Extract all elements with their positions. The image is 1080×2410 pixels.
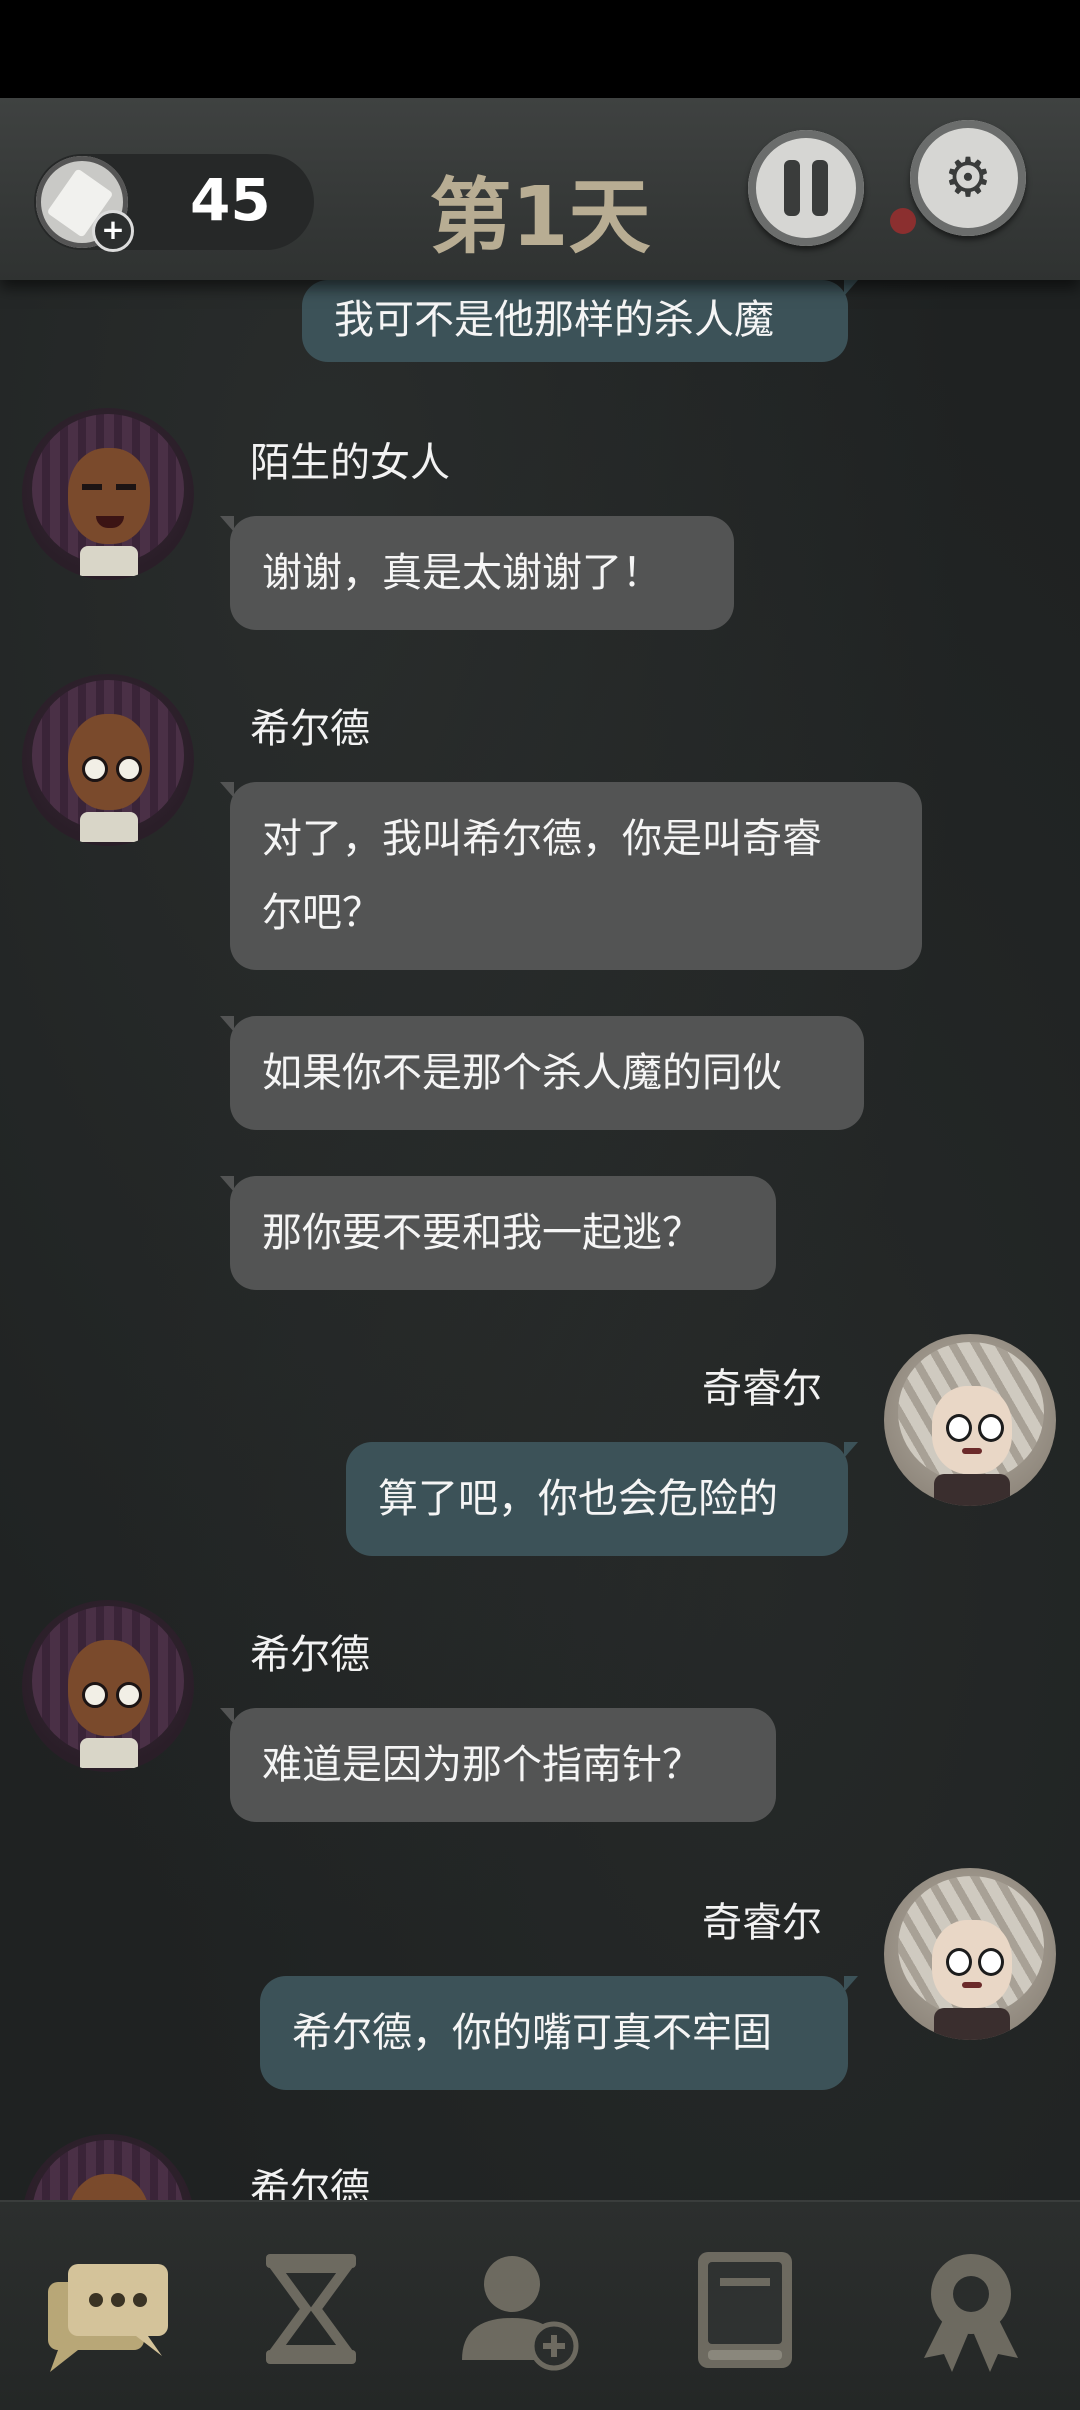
message-bubble: 算了吧，你也会危险的: [346, 1442, 858, 1556]
top-bar: + 45 第1天 ⚙: [0, 98, 1080, 280]
badge-icon: [924, 2254, 1018, 2372]
message-line: 对了，我叫希尔德，你是叫奇睿: [262, 816, 822, 862]
sender-name: 希尔德: [250, 706, 370, 752]
message-bubble: 如果你不是那个杀人魔的同伙: [220, 1016, 864, 1130]
chat-icon: [48, 2264, 168, 2372]
avatar-qiruier[interactable]: [884, 1868, 1056, 2040]
avatar-hilde[interactable]: [22, 1600, 194, 1772]
book-icon: [698, 2252, 792, 2368]
sender-name: 奇睿尔: [702, 1366, 822, 1412]
nav-badge[interactable]: [896, 2234, 1046, 2384]
pause-button[interactable]: [748, 130, 864, 246]
gear-icon: ⚙: [943, 146, 993, 209]
avatar-qiruier[interactable]: [884, 1334, 1056, 1506]
chat-area[interactable]: 我可不是他那样的杀人魔 陌生的女人 谢谢，真是太谢谢了！ 希尔德 对了，我叫希尔…: [0, 98, 1080, 2200]
nav-hourglass[interactable]: [236, 2234, 386, 2384]
nav-add-contact[interactable]: [442, 2234, 592, 2384]
nav-book[interactable]: [670, 2234, 820, 2384]
pause-icon: [784, 160, 800, 216]
message-bubble: 我可不是他那样的杀人魔: [302, 280, 858, 362]
sender-name: 希尔德: [250, 2166, 370, 2200]
message-bubble: 希尔德，你的嘴可真不牢固: [260, 1976, 858, 2090]
avatar-hilde[interactable]: [22, 2134, 194, 2200]
message-bubble: 那你要不要和我一起逃？: [220, 1176, 776, 1290]
notification-dot: [890, 208, 916, 234]
nav-chat[interactable]: [28, 2234, 178, 2384]
settings-button[interactable]: ⚙: [910, 120, 1026, 236]
message-bubble: 难道是因为那个指南针？: [220, 1708, 776, 1822]
avatar-hilde[interactable]: [22, 674, 194, 846]
add-contact-icon: [462, 2256, 579, 2371]
message-bubble: 谢谢，真是太谢谢了！: [220, 516, 734, 630]
avatar-stranger-woman[interactable]: [22, 408, 194, 580]
message-line: 尔吧？: [262, 890, 382, 936]
sender-name: 希尔德: [250, 1632, 370, 1678]
message-bubble: 对了，我叫希尔德，你是叫奇睿 尔吧？: [220, 782, 922, 970]
bottom-navigation: [0, 2200, 1080, 2410]
hourglass-icon: [266, 2254, 356, 2364]
sender-name: 奇睿尔: [702, 1900, 822, 1946]
sender-name: 陌生的女人: [250, 440, 450, 486]
status-bar: [0, 0, 1080, 98]
